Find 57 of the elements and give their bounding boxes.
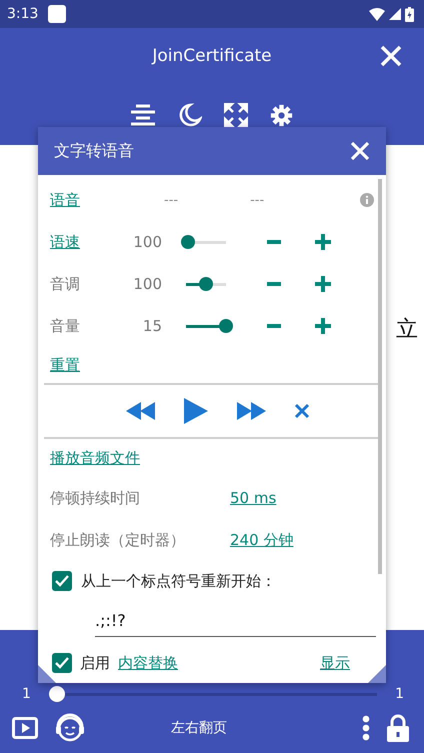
checkbox-label: 从上一个标点符号重新开始： <box>81 572 276 590</box>
setting-value: 15 <box>142 317 162 335</box>
setting-value: 100 <box>132 275 162 293</box>
page-count: 1 <box>395 686 404 702</box>
align-center-icon[interactable] <box>130 104 156 126</box>
checkbox[interactable] <box>52 653 72 673</box>
page-mode-label[interactable]: 左右翻页 <box>102 719 346 737</box>
setting-link[interactable]: 语速 <box>50 232 110 252</box>
setting-value-link[interactable]: 240 分钟 <box>230 530 294 550</box>
slider-thumb[interactable] <box>219 319 233 333</box>
status-time: 3:13 <box>7 6 38 22</box>
signal-icon <box>389 8 401 20</box>
wifi-icon <box>369 8 385 20</box>
notification-icon <box>48 5 66 23</box>
stop-icon[interactable] <box>294 403 310 419</box>
setting-value-link[interactable]: 50 ms <box>230 489 276 507</box>
setting-label: 音量 <box>50 316 81 336</box>
voice-value: --- <box>164 192 178 208</box>
resize-handle-icon[interactable] <box>368 665 386 683</box>
checkbox-label: 启用 <box>80 654 110 672</box>
dialog-title: 文字转语音 <box>54 140 134 162</box>
punctuation-field[interactable]: .;:!? <box>95 605 376 637</box>
moon-icon[interactable] <box>178 103 202 127</box>
reset-link[interactable]: 重置 <box>50 356 80 374</box>
slider-thumb[interactable] <box>48 686 65 702</box>
resize-handle-icon[interactable] <box>38 665 56 683</box>
lock-icon[interactable] <box>386 714 410 742</box>
play-icon[interactable] <box>184 398 208 424</box>
close-icon[interactable] <box>350 141 370 161</box>
show-link[interactable]: 显示 <box>320 654 350 672</box>
page-number: 1 <box>22 686 31 702</box>
setting-label: 音调 <box>50 274 81 294</box>
fast-forward-icon[interactable] <box>236 402 266 420</box>
setting-value: 100 <box>132 233 162 251</box>
scrollbar[interactable] <box>378 179 382 574</box>
app-title: JoinCertificate <box>152 46 272 66</box>
page-slider[interactable] <box>48 686 378 702</box>
voice-link[interactable]: 语音 <box>50 190 80 210</box>
setting-label: 停顿持续时间 <box>50 488 141 508</box>
content-replace-link[interactable]: 内容替换 <box>118 654 178 672</box>
rewind-icon[interactable] <box>126 402 156 420</box>
headset-face-icon[interactable] <box>54 712 86 744</box>
document-text: 立 <box>396 316 418 344</box>
more-icon[interactable] <box>362 715 370 741</box>
play-audio-file-link[interactable]: 播放音频文件 <box>50 448 140 468</box>
setting-label: 停止朗读（定时器） <box>50 530 186 550</box>
voice-value: --- <box>250 192 264 208</box>
close-icon[interactable] <box>380 45 402 67</box>
plus-icon[interactable] <box>315 318 331 334</box>
fullscreen-icon[interactable] <box>224 103 248 127</box>
plus-icon[interactable] <box>315 234 331 250</box>
slider-thumb[interactable] <box>181 235 195 249</box>
battery-icon <box>405 6 414 22</box>
checkbox[interactable] <box>52 571 72 591</box>
plus-icon[interactable] <box>315 276 331 292</box>
play-video-icon[interactable] <box>12 717 38 739</box>
slider-thumb[interactable] <box>199 277 213 291</box>
